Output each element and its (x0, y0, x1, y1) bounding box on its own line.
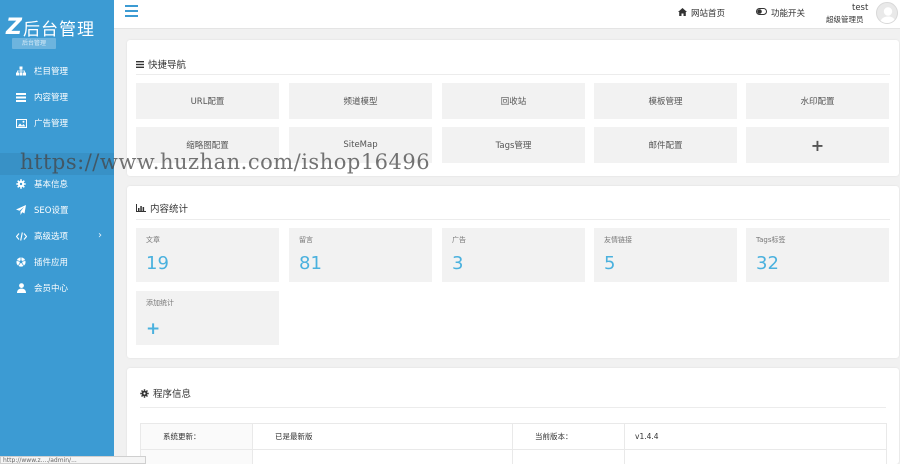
stat-label: Tags标签 (756, 236, 786, 244)
soccer-ball-icon (15, 256, 27, 268)
sidebar-item-seo[interactable]: SEO设置 (0, 197, 114, 223)
chevron-right-icon: › (98, 230, 102, 241)
sidebar-item-label: 会员中心 (34, 284, 69, 294)
user-role: 超级管理员 (826, 15, 864, 24)
sidebar-item-ads[interactable]: 广告管理 (0, 110, 114, 136)
table-row: 系统更新： 已是最新版 当前版本： v1.4.4 (140, 423, 887, 450)
sidebar-nav-settings: 基本信息 SEO设置 高级选项 › 插件应用 会员中心 (0, 171, 114, 301)
sidebar-item-label: 栏目管理 (34, 67, 69, 77)
sidebar-item-label: 基本信息 (34, 180, 69, 190)
user-name[interactable]: test (852, 3, 868, 13)
menu-toggle-icon[interactable] (125, 5, 138, 17)
sidebar: Z 后台管理 后台管理 栏目管理 内容管理 广告管理 基本信息 SEO设置 高级… (0, 0, 114, 464)
user-icon (15, 282, 27, 294)
logo-mark: Z (6, 14, 22, 40)
quick-nav-title: 快捷导航 (136, 57, 186, 71)
sidebar-item-label: 高级选项 (34, 232, 69, 242)
sidebar-item-label: SEO设置 (34, 206, 69, 216)
browser-status-bar: http://www.z..../admin/... (0, 456, 146, 464)
stat-card[interactable]: 友情链接 5 (594, 228, 737, 282)
home-icon (678, 7, 687, 19)
list-icon (15, 91, 27, 103)
divider (140, 407, 886, 408)
sitemap-icon (15, 65, 27, 77)
quick-nav-tile[interactable]: 水印配置 (746, 83, 889, 119)
stats-panel: 内容统计 文章 19 留言 81 广告 3 友情链接 5 Tags标签 32 添… (127, 186, 899, 358)
stat-value: 19 (146, 253, 169, 274)
sidebar-item-label: 内容管理 (34, 93, 69, 103)
gear-icon (15, 178, 27, 190)
bar-chart-icon (136, 204, 146, 212)
sidebar-item-label: 插件应用 (34, 258, 69, 268)
quick-nav-tile[interactable]: 模板管理 (594, 83, 737, 119)
sidebar-item-content[interactable]: 内容管理 (0, 84, 114, 110)
table-cell-value: v1.4.4 (624, 423, 887, 450)
logo-subtitle: 后台管理 (12, 38, 56, 49)
stat-card[interactable]: 文章 19 (136, 228, 279, 282)
quick-nav-tile[interactable]: 缩略图配置 (136, 127, 279, 163)
quick-nav-tile[interactable]: Tags管理 (442, 127, 585, 163)
feature-toggle-label: 功能开关 (771, 9, 806, 19)
sidebar-item-columns[interactable]: 栏目管理 (0, 58, 114, 84)
paper-plane-icon (15, 204, 27, 216)
add-shortcut-button[interactable]: + (746, 127, 889, 163)
program-info-panel: 程序信息 系统更新： 已是最新版 当前版本： v1.4.4 (127, 368, 899, 464)
table-row (140, 449, 887, 464)
quick-nav-tile[interactable]: URL配置 (136, 83, 279, 119)
add-stat-button[interactable]: 添加统计 + (136, 291, 279, 345)
stat-value: 5 (604, 253, 616, 274)
program-info-title: 程序信息 (140, 386, 191, 400)
list-icon (136, 60, 144, 68)
code-icon (15, 230, 27, 242)
stat-card[interactable]: Tags标签 32 (746, 228, 889, 282)
home-link[interactable]: 网站首页 (678, 7, 725, 19)
feature-toggle-link[interactable]: 功能开关 (756, 7, 805, 19)
divider (136, 74, 890, 75)
gear-icon (140, 388, 149, 398)
table-cell-value: 已是最新版 (252, 423, 513, 450)
quick-nav-tile[interactable]: SiteMap (289, 127, 432, 163)
stat-card[interactable]: 留言 81 (289, 228, 432, 282)
stat-value: 32 (756, 253, 779, 274)
toggle-icon (756, 8, 767, 18)
stat-card[interactable]: 广告 3 (442, 228, 585, 282)
sidebar-item-basic-info[interactable]: 基本信息 (0, 171, 114, 197)
divider (136, 219, 890, 220)
quick-nav-title-text: 快捷导航 (148, 60, 187, 71)
stat-value: 81 (299, 253, 322, 274)
table-cell-key: 当前版本： (512, 423, 625, 450)
sidebar-nav-primary: 栏目管理 内容管理 广告管理 (0, 58, 114, 136)
program-info-table: 系统更新： 已是最新版 当前版本： v1.4.4 (140, 423, 887, 464)
image-icon (15, 117, 27, 129)
sidebar-item-plugins[interactable]: 插件应用 (0, 249, 114, 275)
stats-title: 内容统计 (136, 201, 188, 215)
topbar: 网站首页 功能开关 test 超级管理员 (114, 0, 900, 29)
stat-label: 友情链接 (604, 236, 632, 244)
avatar[interactable] (876, 2, 898, 24)
stats-title-text: 内容统计 (150, 204, 189, 215)
stat-label: 留言 (299, 236, 313, 244)
stat-value: 3 (452, 253, 464, 274)
quick-nav-tile[interactable]: 邮件配置 (594, 127, 737, 163)
program-info-title-text: 程序信息 (153, 389, 192, 400)
quick-nav-tile[interactable]: 频道模型 (289, 83, 432, 119)
home-link-label: 网站首页 (691, 9, 726, 19)
sidebar-item-advanced[interactable]: 高级选项 › (0, 223, 114, 249)
table-cell-key: 系统更新： (140, 423, 253, 450)
stat-label: 文章 (146, 236, 160, 244)
quick-nav-tile[interactable]: 回收站 (442, 83, 585, 119)
stat-label: 广告 (452, 236, 466, 244)
stat-label: 添加统计 (146, 299, 174, 307)
sidebar-item-label: 广告管理 (34, 119, 69, 129)
logo-text: 后台管理 (22, 19, 95, 40)
logo[interactable]: Z 后台管理 (6, 14, 95, 40)
quick-nav-panel: 快捷导航 URL配置 频道模型 回收站 模板管理 水印配置 缩略图配置 Site… (127, 40, 899, 176)
sidebar-item-members[interactable]: 会员中心 (0, 275, 114, 301)
plus-icon: + (146, 319, 161, 339)
